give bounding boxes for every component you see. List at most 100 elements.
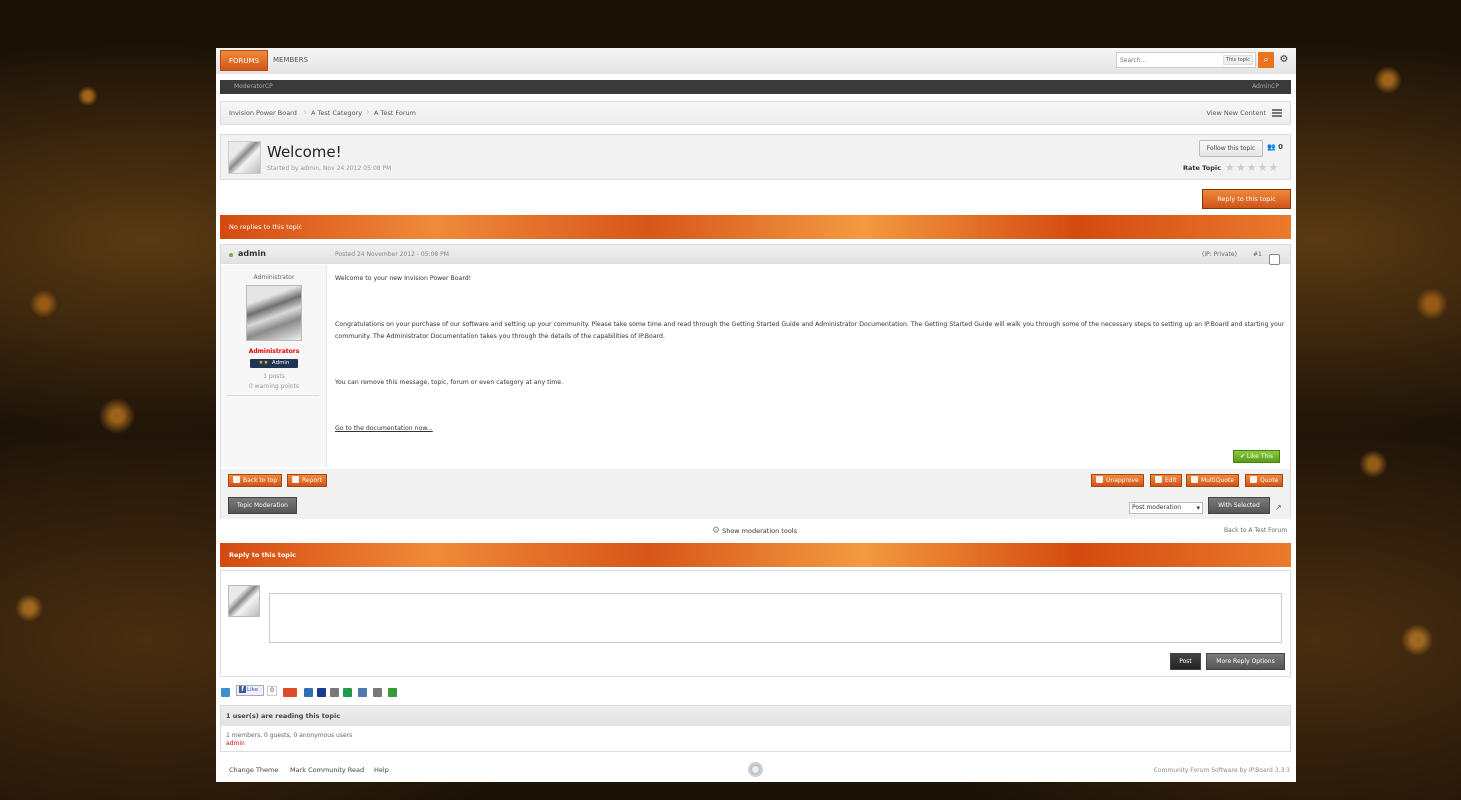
tab-forums[interactable]: FORUMS [220,50,269,71]
quote-icon [1250,476,1257,483]
back-to-forum-link[interactable]: Back to A Test Forum [1224,527,1287,534]
post-paragraph: You can remove this message, topic, foru… [335,379,564,386]
online-status-icon [229,253,233,257]
author-title: Administrator [253,274,295,281]
report-button[interactable]: Report [287,474,327,487]
author-warning-points[interactable]: 0 warning points [221,383,327,390]
edit-label: Edit [1165,477,1177,484]
rating-stars[interactable]: ★★★★★ [1225,161,1279,174]
rate-topic-label: Rate Topic [1183,164,1221,172]
warning-icon [292,476,299,483]
breadcrumb-separator-icon: › [366,107,370,118]
rank-badge: ★★ Admin [250,359,298,368]
post-select-checkbox[interactable] [1269,254,1280,265]
print-icon[interactable] [373,688,382,697]
star-icon[interactable]: ★ [1225,161,1236,174]
search-button[interactable]: ⌕ [1258,52,1274,68]
followers-count[interactable]: 👥 0 [1267,143,1283,151]
top-navigation-bar: FORUMS MEMBERS This topic ⌕ ⚙ [216,48,1296,74]
topic-starter-avatar[interactable] [228,141,261,174]
multiquote-icon [1191,476,1198,483]
fast-reply: Post More Reply Options [220,570,1291,677]
breadcrumb-item-category[interactable]: A Test Category [311,102,362,124]
report-label: Report [302,477,322,484]
facebook-icon: f [239,686,246,693]
email-icon[interactable] [358,688,367,697]
post-paragraph: Welcome to your new Invision Power Board… [335,275,472,282]
facebook-like-button[interactable]: f Like [236,685,264,696]
post: admin Posted 24 November 2012 - 05:08 PM… [220,244,1291,519]
facebook-like-label: Like [247,687,258,693]
breadcrumb-separator-icon: › [303,107,307,118]
active-users-counts: 1 members, 0 guests, 0 anonymous users [226,732,353,739]
view-new-content-link[interactable]: View New Content [1206,102,1266,124]
post-author-link[interactable]: admin [238,249,266,258]
followers-number: 0 [1278,143,1284,151]
back-to-top-label: Back to top [243,477,278,484]
active-users-title: 1 user(s) are reading this topic [221,706,1290,726]
show-moderation-tools-label: Show moderation tools [722,527,797,535]
with-selected-button[interactable]: With Selected [1208,497,1270,514]
post-date: Posted 24 November 2012 - 05:08 PM [335,251,449,258]
forum-page: FORUMS MEMBERS This topic ⌕ ⚙ ModeratorC… [216,48,1296,782]
star-icon[interactable]: ★ [1247,161,1258,174]
search-icon: ⌕ [1263,55,1269,65]
edit-button[interactable]: Edit [1150,474,1182,487]
gear-icon[interactable]: ⚙ [1278,53,1290,67]
gear-icon: ⚙ [712,526,721,536]
delicious-icon[interactable] [317,688,326,697]
stumbleupon-icon[interactable] [343,688,352,697]
post-controls: Back to top Report Unapprove Edit MultiQ… [221,469,1290,519]
admincp-link[interactable]: AdminCP [1252,80,1279,94]
users-icon: 👥 [1267,143,1276,151]
topic-header: Welcome! Started by admin, Nov 24 2012 0… [220,134,1291,180]
download-icon[interactable] [388,688,397,697]
facebook-like-count: 0 [267,686,277,696]
show-moderation-tools-link[interactable]: ⚙ Show moderation tools [712,526,797,536]
breadcrumb-item-forum[interactable]: A Test Forum [374,102,416,124]
moderatorcp-link[interactable]: ModeratorCP [234,80,273,94]
reply-to-topic-button[interactable]: Reply to this topic [1202,189,1291,209]
topic-meta: Started by admin, Nov 24 2012 05:08 PM [267,165,392,172]
post-number-link[interactable]: #1 [1253,251,1262,258]
active-user-link[interactable]: admin [226,740,245,747]
star-icon[interactable]: ★ [1258,161,1269,174]
quote-label: Quote [1260,477,1279,484]
rank-label: Admin [271,360,290,366]
list-icon[interactable] [1272,109,1282,117]
breadcrumb-item-board[interactable]: Invision Power Board [229,102,297,124]
search-box: This topic [1116,52,1256,68]
post-moderation-select[interactable]: Post moderation [1129,502,1203,514]
post-button[interactable]: Post [1170,653,1201,670]
twitter-icon[interactable] [304,688,313,697]
avatar [228,585,260,617]
star-icon[interactable]: ★ [1269,161,1280,174]
reply-section-bar: Reply to this topic [220,543,1291,567]
documentation-link[interactable]: Go to the documentation now... [335,425,433,432]
digg-icon[interactable] [330,688,339,697]
like-button[interactable]: ✔ Like This [1233,450,1280,463]
reply-textarea[interactable] [269,593,1282,643]
page-icon [233,476,240,483]
copyright-link[interactable]: Community Forum Software by IP.Board 3.3… [1154,767,1290,774]
follow-topic-button[interactable]: Follow this topic [1199,140,1263,157]
more-reply-options-button[interactable]: More Reply Options [1206,653,1285,670]
quote-button[interactable]: Quote [1245,474,1284,487]
multiquote-button[interactable]: MultiQuote [1186,474,1239,487]
mark-community-read-link[interactable]: Mark Community Read [290,766,364,774]
google-plus-icon[interactable] [283,688,297,697]
help-link[interactable]: Help [374,766,389,774]
share-link-icon[interactable] [221,688,230,697]
search-input[interactable] [1117,53,1221,67]
arrow-icon: ↗ [1275,503,1282,512]
back-to-top-button[interactable]: Back to top [228,474,283,487]
multiquote-label: MultiQuote [1201,477,1234,484]
search-scope-select[interactable]: This topic [1223,55,1253,65]
check-icon: ✔ [1239,453,1245,460]
topic-moderation-button[interactable]: Topic Moderation [228,497,297,514]
change-theme-link[interactable]: Change Theme [229,766,278,774]
unapprove-button[interactable]: Unapprove [1091,474,1144,487]
star-icon[interactable]: ★ [1236,161,1247,174]
tab-members[interactable]: MEMBERS [265,50,316,71]
avatar[interactable] [246,285,302,341]
